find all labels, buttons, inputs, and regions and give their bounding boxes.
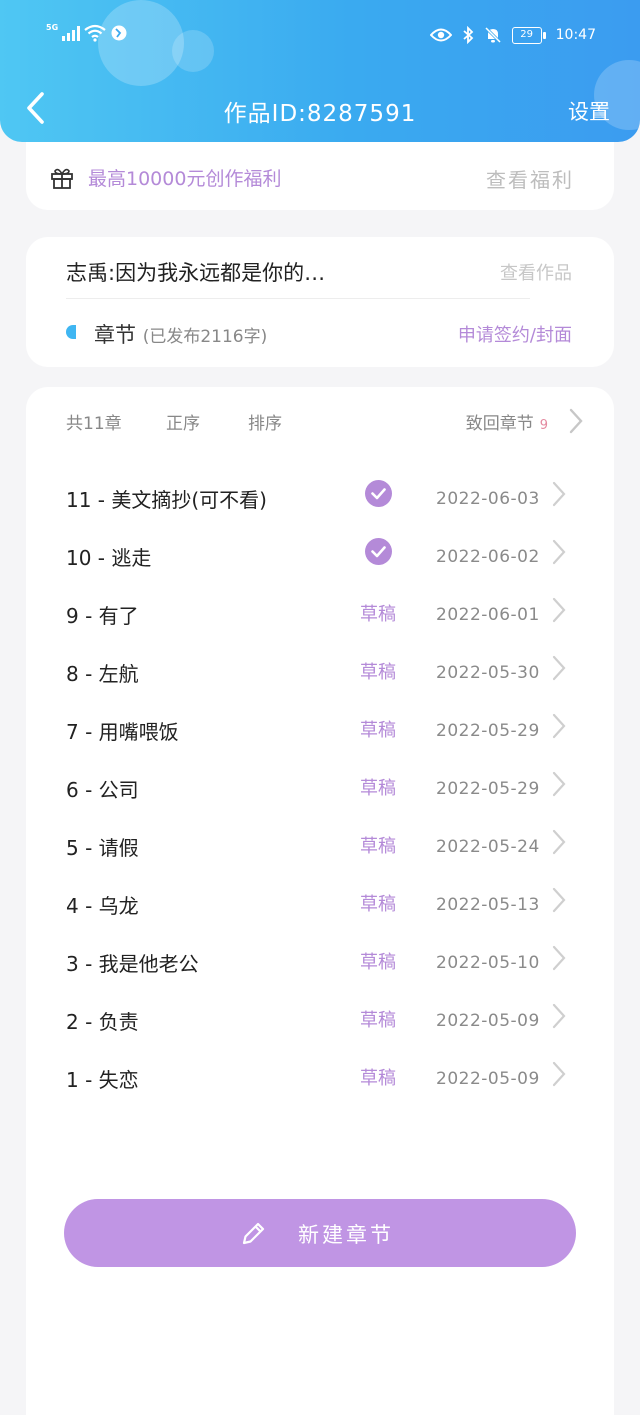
page-title: 作品ID:8287591	[223, 101, 417, 127]
chevron-right-icon	[551, 654, 567, 686]
chapter-row[interactable]: 5 - 请假 草稿 2022-05-24	[26, 820, 614, 878]
chevron-right-icon	[551, 596, 567, 628]
network-type: 5G	[46, 22, 59, 32]
draft-badge: 草稿	[360, 894, 396, 915]
published-check-icon	[365, 538, 392, 565]
chapters-word-count: (已发布2116字)	[142, 327, 268, 347]
chapter-date: 2022-05-24	[436, 837, 540, 857]
chapter-title: 3 - 我是他老公	[66, 952, 199, 976]
chapter-title: 9 - 有了	[66, 604, 139, 628]
draft-badge: 草稿	[360, 778, 396, 799]
chapter-row[interactable]: 3 - 我是他老公 草稿 2022-05-10	[26, 936, 614, 994]
clock: 10:47	[555, 27, 596, 43]
settings-button[interactable]: 设置	[568, 96, 610, 126]
recycle-chapters-link[interactable]: 致回章节 9	[466, 409, 548, 434]
recycle-label: 致回章节	[465, 414, 534, 434]
draft-badge: 草稿	[360, 1068, 396, 1089]
chapter-title: 2 - 负责	[66, 1010, 139, 1034]
chapters-heading: 章节 (已发布2116字)	[94, 319, 267, 349]
divider	[66, 298, 530, 299]
draft-badge: 草稿	[360, 836, 396, 857]
chapter-title: 4 - 乌龙	[66, 894, 139, 918]
chevron-right-icon	[551, 712, 567, 744]
chevron-right-icon	[551, 1002, 567, 1034]
draft-badge: 草稿	[360, 720, 396, 741]
draft-badge: 草稿	[360, 604, 396, 625]
chapter-row[interactable]: 7 - 用嘴喂饭 草稿 2022-05-29	[26, 704, 614, 762]
new-chapter-label: 新建章节	[298, 1223, 394, 1247]
chapter-row[interactable]: 8 - 左航 草稿 2022-05-30	[26, 646, 614, 704]
gift-icon	[51, 168, 73, 189]
chevron-right-icon	[551, 886, 567, 918]
chapter-date: 2022-06-02	[436, 547, 540, 567]
new-chapter-button[interactable]: 新建章节	[64, 1199, 576, 1267]
chapter-date: 2022-05-29	[436, 779, 540, 799]
chapter-row[interactable]: 2 - 负责 草稿 2022-05-09	[26, 994, 614, 1052]
chapter-title: 6 - 公司	[66, 778, 139, 802]
chapter-row[interactable]: 6 - 公司 草稿 2022-05-29	[26, 762, 614, 820]
app-header: 5G 29 10:47 作品ID:8287591 设置	[0, 0, 640, 142]
chevron-right-icon	[551, 538, 567, 570]
view-benefit-link[interactable]: 查看福利	[486, 164, 574, 193]
battery-indicator: 29	[511, 26, 546, 44]
chapter-title: 7 - 用嘴喂饭	[66, 720, 179, 744]
chevron-right-icon[interactable]	[568, 407, 584, 435]
chevron-right-icon	[551, 480, 567, 512]
chapter-title: 8 - 左航	[66, 662, 139, 686]
draft-badge: 草稿	[360, 662, 396, 683]
chapter-row[interactable]: 1 - 失恋 草稿 2022-05-09	[26, 1052, 614, 1110]
recycle-count: 9	[539, 418, 548, 433]
wifi-icon	[84, 24, 106, 42]
benefit-text: 最高10000元创作福利	[88, 168, 282, 190]
chapter-row[interactable]: 4 - 乌龙 草稿 2022-05-13	[26, 878, 614, 936]
chapter-date: 2022-05-13	[436, 895, 540, 915]
apply-sign-link[interactable]: 申请签约/封面	[458, 321, 572, 347]
sort-button[interactable]: 排序	[248, 409, 282, 434]
work-info-card: 志禹:因为我永远都是你的… 查看作品 章节 (已发布2116字) 申请签约/封面	[26, 237, 614, 367]
chapter-title: 5 - 请假	[66, 836, 139, 860]
mute-icon	[484, 26, 501, 44]
chapter-row[interactable]: 10 - 逃走 2022-06-02	[26, 530, 614, 588]
chevron-right-icon	[551, 828, 567, 860]
view-work-link[interactable]: 查看作品	[500, 259, 572, 285]
chapter-title: 1 - 失恋	[66, 1068, 139, 1092]
order-toggle[interactable]: 正序	[166, 409, 200, 434]
chapter-row[interactable]: 11 - 美文摘抄(可不看) 2022-06-03	[26, 472, 614, 530]
chapter-count: 共11章	[66, 414, 122, 434]
chevron-right-icon	[551, 770, 567, 802]
work-title: 志禹:因为我永远都是你的…	[66, 261, 326, 285]
chapter-date: 2022-05-09	[436, 1011, 540, 1031]
chevron-right-icon	[551, 944, 567, 976]
published-check-icon	[365, 480, 392, 507]
draft-badge: 草稿	[360, 952, 396, 973]
chapter-date: 2022-05-30	[436, 663, 540, 683]
chapters-label: 章节	[94, 323, 136, 347]
chapter-date: 2022-06-03	[436, 489, 540, 509]
chapter-marker-icon	[66, 325, 76, 339]
chapter-date: 2022-05-10	[436, 953, 540, 973]
eye-icon	[429, 28, 452, 42]
bluetooth-icon	[463, 26, 473, 44]
chapter-row[interactable]: 9 - 有了 草稿 2022-06-01	[26, 588, 614, 646]
chapter-date: 2022-06-01	[436, 605, 540, 625]
status-bar: 5G 29 10:47	[0, 22, 640, 56]
signal-icon	[62, 25, 81, 41]
chapter-date: 2022-05-29	[436, 721, 540, 741]
chevron-right-icon	[551, 1060, 567, 1092]
chapter-title: 11 - 美文摘抄(可不看)	[66, 488, 267, 512]
chapter-title: 10 - 逃走	[66, 546, 152, 570]
chapter-date: 2022-05-09	[436, 1069, 540, 1089]
data-saver-icon	[111, 25, 127, 41]
draft-badge: 草稿	[360, 1010, 396, 1031]
pencil-icon	[242, 1222, 265, 1245]
benefit-banner[interactable]: 最高10000元创作福利 查看福利	[26, 142, 614, 210]
chapter-toolbar: 共11章 正序 排序 致回章节 9	[26, 407, 614, 437]
